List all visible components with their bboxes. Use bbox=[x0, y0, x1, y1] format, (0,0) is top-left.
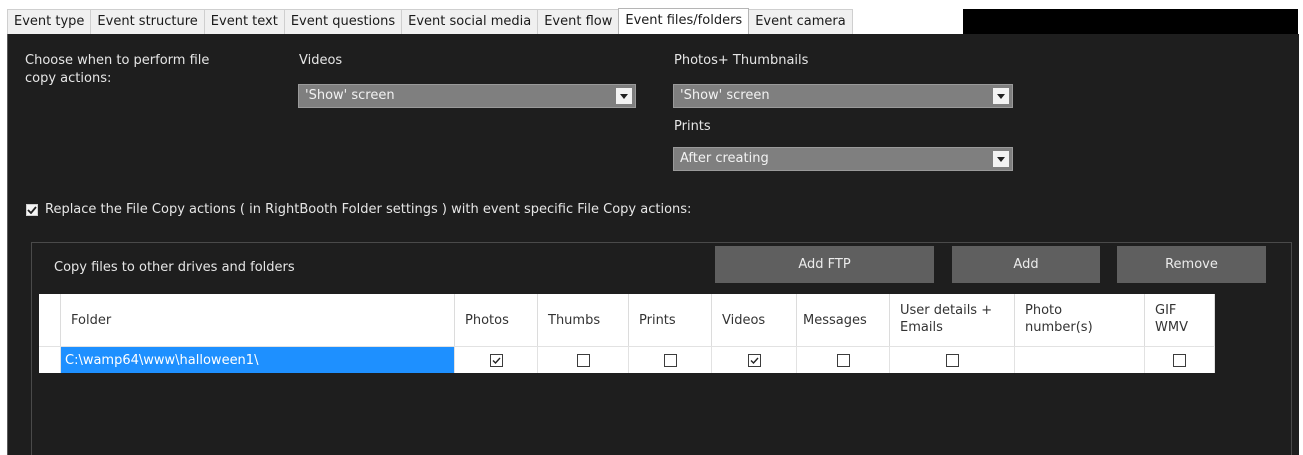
column-header-videos[interactable]: Videos bbox=[712, 294, 797, 346]
column-header-thumbs[interactable]: Thumbs bbox=[538, 294, 629, 346]
column-header-messages[interactable]: Messages bbox=[797, 294, 890, 346]
photos-checkbox[interactable] bbox=[489, 353, 503, 367]
tab-bar: Event type Event structure Event text Ev… bbox=[0, 0, 1303, 34]
photos-thumbnails-select[interactable]: 'Show' screen bbox=[673, 84, 1013, 108]
tab-event-flow[interactable]: Event flow bbox=[537, 9, 620, 34]
thumbs-checkbox[interactable] bbox=[576, 353, 590, 367]
chevron-down-icon bbox=[993, 88, 1009, 104]
chevron-down-icon bbox=[616, 88, 632, 104]
tab-event-camera[interactable]: Event camera bbox=[748, 9, 853, 34]
gif-wmv-checkbox[interactable] bbox=[1173, 353, 1186, 367]
replace-checkbox[interactable] bbox=[26, 204, 38, 216]
column-header-folder[interactable]: Folder bbox=[61, 294, 455, 346]
prints-checkbox[interactable] bbox=[663, 353, 677, 367]
tab-event-social-media[interactable]: Event social media bbox=[401, 9, 539, 34]
user-details-checkbox[interactable] bbox=[945, 353, 959, 367]
photos-thumbnails-label: Photos+ Thumbnails bbox=[674, 53, 809, 68]
prints-select[interactable]: After creating bbox=[673, 147, 1013, 171]
videos-checkbox[interactable] bbox=[747, 353, 761, 367]
tab-event-structure[interactable]: Event structure bbox=[90, 9, 205, 34]
videos-select-value: 'Show' screen bbox=[305, 88, 395, 103]
checkmark-icon bbox=[750, 357, 759, 364]
table-row-folder-cell[interactable]: C:\wamp64\www\halloween1\ bbox=[61, 346, 455, 373]
messages-cell[interactable] bbox=[797, 346, 890, 373]
files-folders-panel: Choose when to perform file copy actions… bbox=[7, 34, 1299, 455]
tab-event-questions[interactable]: Event questions bbox=[283, 9, 403, 34]
videos-cell[interactable] bbox=[712, 346, 797, 373]
tab-event-text[interactable]: Event text bbox=[203, 9, 285, 34]
thumbs-cell[interactable] bbox=[538, 346, 629, 373]
folder-path: C:\wamp64\www\halloween1\ bbox=[65, 352, 259, 368]
videos-label: Videos bbox=[299, 53, 343, 68]
remove-button[interactable]: Remove bbox=[1117, 246, 1266, 283]
replace-label: Replace the File Copy actions ( in Right… bbox=[45, 202, 692, 217]
tab-strip: Event type Event structure Event text Ev… bbox=[7, 8, 853, 34]
copy-group-title: Copy files to other drives and folders bbox=[54, 260, 295, 275]
row-header-corner bbox=[39, 294, 61, 346]
column-header-photo-numbers[interactable]: Photo number(s) bbox=[1015, 294, 1145, 346]
tab-event-type[interactable]: Event type bbox=[7, 9, 92, 34]
checkmark-icon bbox=[27, 206, 37, 214]
photos-cell[interactable] bbox=[455, 346, 538, 373]
column-header-prints[interactable]: Prints bbox=[629, 294, 712, 346]
column-header-photos[interactable]: Photos bbox=[455, 294, 538, 346]
photo-numbers-cell[interactable] bbox=[1015, 346, 1145, 373]
add-button[interactable]: Add bbox=[952, 246, 1100, 283]
chevron-down-icon bbox=[993, 151, 1009, 167]
add-ftp-button[interactable]: Add FTP bbox=[715, 246, 934, 283]
tab-event-files-folders[interactable]: Event files/folders bbox=[618, 8, 750, 34]
videos-select[interactable]: 'Show' screen bbox=[298, 84, 636, 108]
user-details-cell[interactable] bbox=[890, 346, 1015, 373]
prints-cell[interactable] bbox=[629, 346, 712, 373]
row-header[interactable] bbox=[39, 346, 61, 373]
prints-select-value: After creating bbox=[680, 151, 769, 166]
column-header-gif-wmv[interactable]: GIF WMV bbox=[1145, 294, 1215, 346]
copy-actions-label-line1: Choose when to perform file bbox=[25, 53, 210, 68]
messages-checkbox[interactable] bbox=[836, 353, 850, 367]
gif-wmv-cell[interactable] bbox=[1145, 346, 1215, 373]
tab-strip-filler bbox=[963, 9, 1298, 34]
photos-select-value: 'Show' screen bbox=[680, 88, 770, 103]
prints-label: Prints bbox=[674, 119, 711, 134]
copy-folders-grid: Folder Photos Thumbs Prints Videos Messa… bbox=[39, 294, 1215, 373]
checkmark-icon bbox=[492, 357, 501, 364]
column-header-user-details[interactable]: User details + Emails bbox=[890, 294, 1015, 346]
copy-actions-label-line2: copy actions: bbox=[25, 71, 112, 86]
